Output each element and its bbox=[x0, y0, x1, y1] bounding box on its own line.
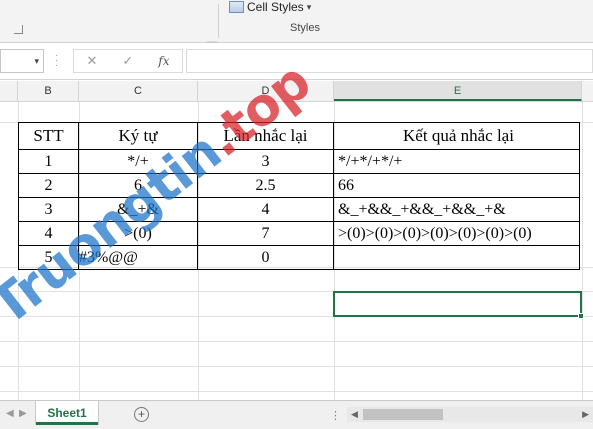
enter-icon[interactable]: ✓ bbox=[122, 53, 133, 69]
scroll-right-icon[interactable]: ▶ bbox=[582, 409, 589, 420]
table-cell[interactable]: 1 bbox=[18, 149, 79, 174]
table-cell[interactable]: >(0)>(0)>(0)>(0)>(0)>(0)>(0) bbox=[333, 221, 580, 246]
formula-buttons: ✕ ✓ fx bbox=[73, 49, 183, 73]
horizontal-scrollbar[interactable]: ◀ ▶ bbox=[347, 407, 593, 422]
scroll-tabs-left-icon[interactable]: ◀ bbox=[6, 408, 14, 419]
scroll-left-icon[interactable]: ◀ bbox=[351, 409, 358, 420]
header-stt[interactable]: STT bbox=[18, 122, 79, 150]
sheet-tab-bar: ◀ ▶ Sheet1 + ⋮ ◀ ▶ bbox=[0, 400, 593, 429]
table-cell[interactable]: */+*/+*/+ bbox=[333, 149, 580, 174]
name-box[interactable]: ▾ bbox=[0, 49, 44, 73]
chevron-down-icon: ▾ bbox=[306, 2, 312, 12]
table-row: 1 */+ 3 */+*/+*/+ bbox=[18, 149, 580, 174]
table-header-row: STT Ký tự Lần nhắc lại Kết quả nhắc lại bbox=[18, 122, 580, 150]
table-cell[interactable]: 4 bbox=[197, 197, 334, 222]
table-cell[interactable]: 3 bbox=[18, 197, 79, 222]
sheet-tab-sheet1[interactable]: Sheet1 bbox=[36, 401, 98, 425]
cell-styles-button[interactable]: Cell Styles ▾ bbox=[229, 0, 311, 14]
fill-handle[interactable] bbox=[578, 313, 584, 319]
selected-cell[interactable] bbox=[333, 291, 584, 319]
select-all-corner[interactable] bbox=[0, 81, 18, 101]
styles-group-label: Styles bbox=[290, 22, 320, 34]
chevron-down-icon[interactable]: ▾ bbox=[34, 56, 39, 67]
cell-styles-label: Cell Styles bbox=[247, 0, 304, 14]
column-header-e[interactable]: E bbox=[334, 81, 582, 101]
header-ket-qua[interactable]: Kết quả nhắc lại bbox=[333, 122, 580, 150]
ribbon: Cell Styles ▾ Styles bbox=[0, 0, 593, 43]
table-cell[interactable]: 2 bbox=[18, 173, 79, 198]
column-header-c[interactable]: C bbox=[79, 81, 198, 101]
cancel-icon[interactable]: ✕ bbox=[86, 53, 97, 69]
ribbon-divider bbox=[218, 4, 219, 38]
dialog-launcher-icon[interactable] bbox=[14, 25, 23, 34]
scrollbar-thumb[interactable] bbox=[363, 409, 443, 420]
table-cell[interactable]: &_+&&_+&&_+&&_+& bbox=[333, 197, 580, 222]
table-cell[interactable]: 66 bbox=[333, 173, 580, 198]
formula-input[interactable] bbox=[186, 49, 593, 73]
add-sheet-icon[interactable]: + bbox=[134, 407, 149, 422]
insert-function-icon[interactable]: fx bbox=[158, 54, 169, 68]
cell-styles-icon bbox=[229, 1, 244, 13]
scroll-tabs-right-icon[interactable]: ▶ bbox=[19, 408, 27, 419]
table-cell[interactable] bbox=[333, 245, 580, 270]
more-options-icon[interactable]: ⋮ bbox=[330, 409, 341, 422]
formula-bar-grip[interactable]: · · · bbox=[55, 51, 59, 71]
column-header-b[interactable]: B bbox=[18, 81, 79, 101]
table-cell[interactable]: 0 bbox=[197, 245, 334, 270]
table-cell[interactable]: 7 bbox=[197, 221, 334, 246]
